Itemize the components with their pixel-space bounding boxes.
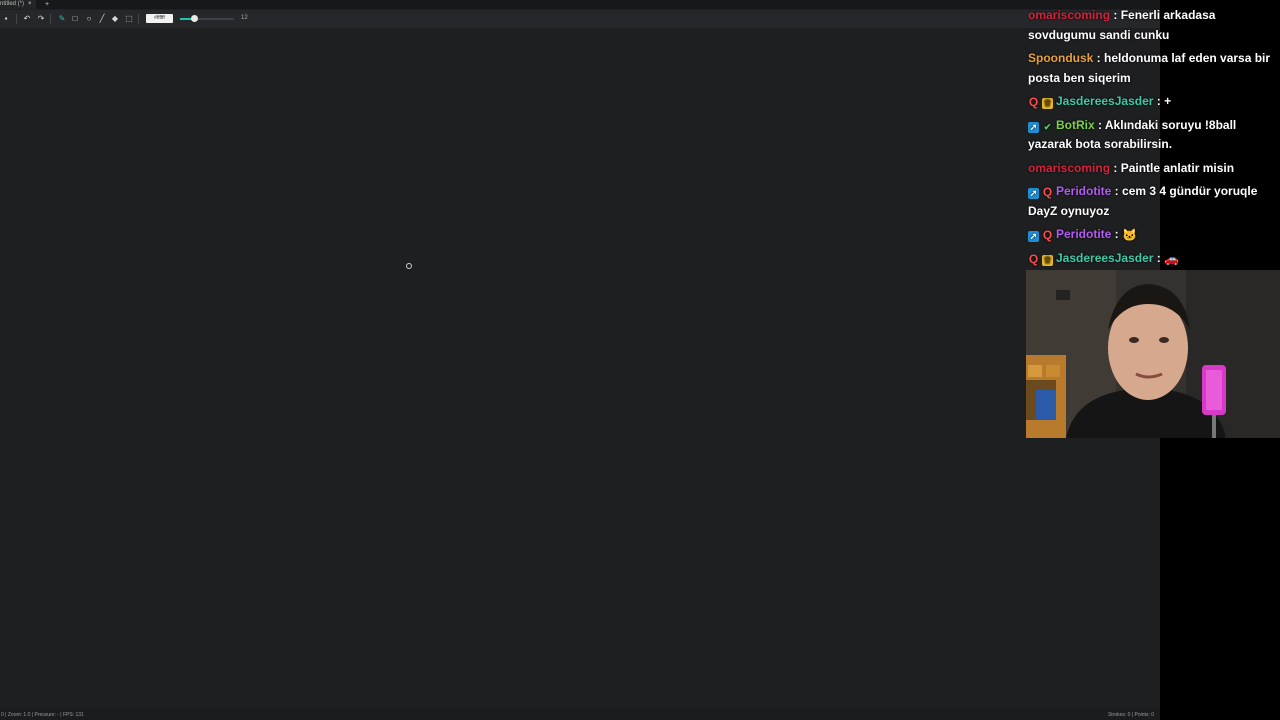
- line-icon: ╱: [99, 14, 105, 23]
- q-badge-icon: Q: [1042, 228, 1053, 242]
- toolbar-divider: [138, 14, 139, 24]
- redo-icon: ↷: [37, 14, 45, 23]
- verified-badge-icon: ✔: [1043, 121, 1052, 132]
- brush-size-value: 12: [241, 15, 248, 21]
- redo-tool-button[interactable]: ↷: [36, 14, 46, 24]
- chat-message: Q ♛ JasdereesJasder : 🚗: [1028, 249, 1278, 270]
- arrow-badge-icon: ➚: [1028, 188, 1039, 199]
- arrow-badge-icon: ➚: [1028, 121, 1039, 133]
- webcam-image: [1026, 270, 1280, 438]
- brush-size-slider-thumb[interactable]: [191, 15, 198, 22]
- save-icon: ▪: [4, 14, 8, 23]
- chat-username[interactable]: JasdereesJasder: [1056, 251, 1153, 265]
- undo-tool-button[interactable]: ↶: [22, 14, 32, 24]
- chat-username[interactable]: Peridotite: [1056, 184, 1111, 198]
- eraser-icon: ◆: [111, 14, 119, 23]
- new-tab-icon[interactable]: +: [45, 0, 49, 9]
- webcam-overlay: [1026, 270, 1280, 438]
- tab-title: ntitled (*): [0, 1, 25, 7]
- chat-message: Spoondusk : heldonuma laf eden varsa bir…: [1028, 49, 1278, 88]
- chat-separator: :: [1153, 94, 1165, 108]
- chat-separator: :: [1110, 8, 1121, 22]
- chat-separator: :: [1153, 250, 1165, 265]
- undo-icon: ↶: [23, 14, 31, 23]
- rectangle-icon: □: [72, 14, 78, 23]
- chat-separator: :: [1111, 184, 1123, 198]
- crown-badge-icon: ♛: [1042, 98, 1053, 109]
- save-tool-button[interactable]: ▪: [1, 14, 11, 24]
- toolbar-divider: [50, 14, 51, 24]
- brush-icon: ✎: [58, 14, 66, 23]
- crown-badge-icon: ♛: [1042, 254, 1053, 266]
- arrow-badge-icon: ➚: [1028, 231, 1039, 242]
- chat-text: Paintle anlatir misin: [1120, 160, 1235, 175]
- chat-username[interactable]: omariscoming: [1028, 161, 1110, 175]
- title-bar: ntitled (*) × +: [0, 0, 1160, 9]
- chat-message: ➚ Q Peridotite : cem 3 4 gündür yoruqle Da…: [1028, 182, 1278, 221]
- document-tab[interactable]: ntitled (*) ×: [0, 0, 36, 9]
- q-badge-icon: Q: [1042, 185, 1053, 199]
- stream-chat-overlay: omariscoming : Fenerli arkadasa sovdugum…: [1026, 0, 1280, 270]
- chat-separator: :: [1094, 117, 1105, 132]
- chat-username[interactable]: BotRix: [1056, 118, 1095, 132]
- brush-cursor: [406, 263, 412, 269]
- q-badge-icon: Q: [1028, 95, 1039, 109]
- cat-car-emote: 🚗: [1164, 251, 1180, 266]
- rectangle-tool-button[interactable]: □: [70, 14, 80, 24]
- status-bar: 0 | Zoom: 1.0 | Pressure: - | FPS: 131 S…: [0, 708, 1160, 720]
- chat-message: omariscoming : Fenerli arkadasa sovdugum…: [1028, 6, 1278, 45]
- chat-separator: :: [1093, 51, 1105, 65]
- color-picker[interactable]: #ffffff: [146, 14, 173, 23]
- drawing-canvas[interactable]: [0, 28, 1160, 708]
- chat-message: Q ♛ JasdereesJasder : +: [1028, 92, 1278, 112]
- cat-emote: 🐱: [1122, 228, 1137, 242]
- circle-icon: ○: [86, 14, 92, 23]
- close-tab-icon[interactable]: ×: [28, 0, 32, 9]
- chat-text: +: [1164, 94, 1172, 108]
- brush-tool-button[interactable]: ✎: [57, 14, 67, 24]
- circle-tool-button[interactable]: ○: [84, 14, 94, 24]
- select-tool-button[interactable]: ⬚: [124, 14, 134, 24]
- chat-message: ➚ Q Peridotite : 🐱: [1028, 225, 1278, 246]
- status-stroke-count: Strokes: 0 | Points: 0: [1107, 712, 1154, 718]
- line-tool-button[interactable]: ╱: [97, 14, 107, 24]
- q-badge-icon: Q: [1028, 251, 1039, 266]
- chat-username[interactable]: Peridotite: [1056, 227, 1111, 241]
- chat-separator: :: [1110, 160, 1121, 175]
- status-info: 0 | Zoom: 1.0 | Pressure: - | FPS: 131: [1, 712, 84, 718]
- toolbar-divider: [16, 14, 17, 24]
- chat-message: ➚ ✔ BotRix : Aklındaki soruyu !8ball yazar…: [1028, 116, 1278, 155]
- select-icon: ⬚: [125, 14, 133, 23]
- toolbar: [0, 10, 1160, 28]
- chat-separator: :: [1111, 227, 1123, 241]
- chat-message: omariscoming : Paintle anlatir misin: [1028, 159, 1278, 179]
- chat-username[interactable]: JasdereesJasder: [1056, 94, 1153, 108]
- chat-username[interactable]: Spoondusk: [1028, 51, 1093, 65]
- chat-username[interactable]: omariscoming: [1028, 8, 1110, 22]
- eraser-tool-button[interactable]: ◆: [110, 14, 120, 24]
- paint-app: ntitled (*) × + #ffffff 12 0 | Zoom: 1.0…: [0, 0, 1160, 720]
